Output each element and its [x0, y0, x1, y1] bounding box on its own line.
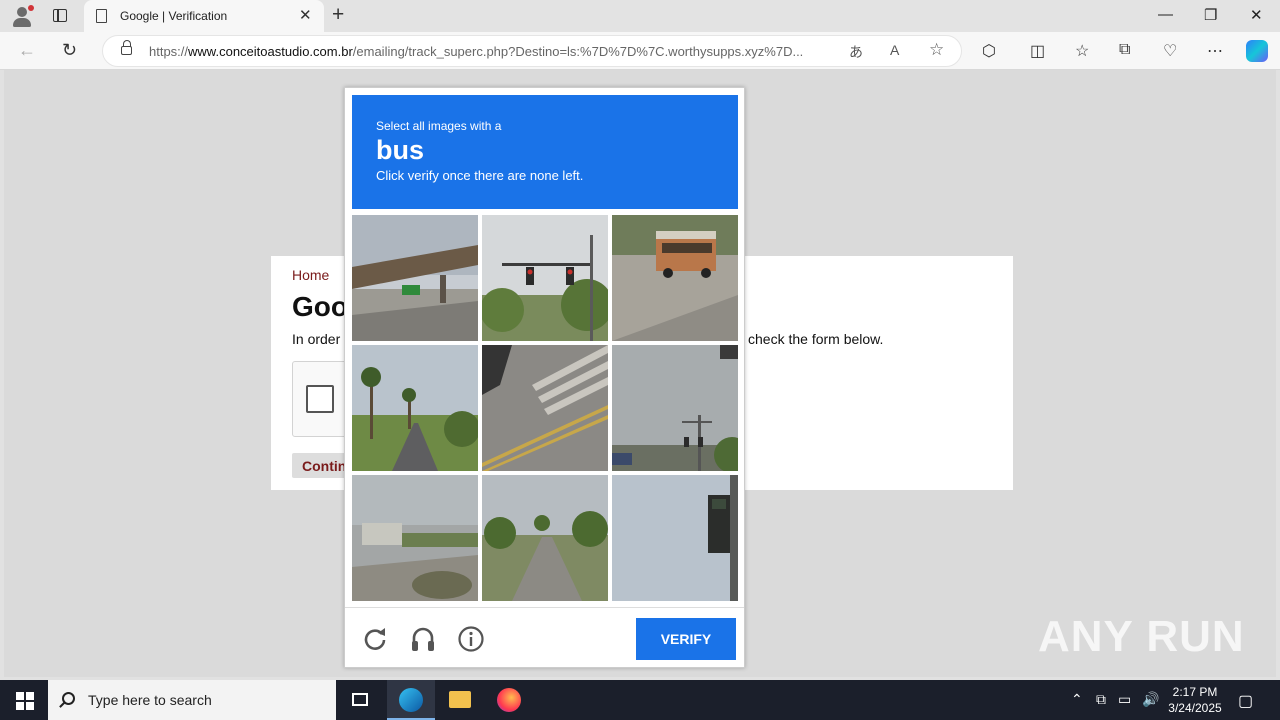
- start-windows-icon[interactable]: [16, 692, 34, 710]
- captcha-tile[interactable]: [482, 215, 608, 341]
- page-icon: [96, 9, 107, 23]
- extensions-icon[interactable]: ⬡: [982, 41, 996, 61]
- intro-text-tail: check the form below.: [748, 331, 884, 347]
- captcha-tile[interactable]: [482, 345, 608, 471]
- captcha-tile[interactable]: [352, 345, 478, 471]
- network-icon[interactable]: ▭: [1118, 691, 1131, 708]
- captcha-challenge: Select all images with a bus Click verif…: [344, 87, 745, 668]
- refresh-challenge-icon[interactable]: [361, 625, 389, 653]
- file-explorer-icon[interactable]: [436, 680, 484, 720]
- captcha-tile[interactable]: [482, 475, 608, 601]
- tab-actions-icon[interactable]: [53, 9, 67, 22]
- continue-button[interactable]: Contin: [292, 453, 352, 478]
- robot-checkbox-widget: [292, 361, 352, 437]
- anyrun-watermark: ANY RUN: [1038, 612, 1245, 661]
- notification-icon[interactable]: ▢: [1238, 691, 1253, 711]
- volume-icon[interactable]: 🔊: [1142, 691, 1159, 708]
- more-menu-icon[interactable]: ⋯: [1207, 41, 1223, 61]
- browser-tab-bar: Google | Verification ✕ + — ❐ ✕: [0, 0, 1280, 32]
- captcha-tile[interactable]: [612, 345, 738, 471]
- tab-title: Google | Verification: [120, 9, 228, 23]
- navigation-bar: ← ↻ https://www.conceitoastudio.com.br/e…: [0, 32, 1280, 70]
- captcha-tile[interactable]: [612, 475, 738, 601]
- breadcrumb[interactable]: Home: [292, 267, 329, 283]
- profile-avatar-icon[interactable]: [10, 5, 34, 27]
- search-icon: [62, 692, 75, 705]
- address-bar[interactable]: https://www.conceitoastudio.com.br/email…: [102, 35, 962, 67]
- collections-icon[interactable]: ⧉: [1119, 41, 1130, 59]
- edge-taskbar-icon[interactable]: [387, 680, 435, 720]
- clock-time: 2:17 PM: [1172, 685, 1218, 699]
- taskbar-clock[interactable]: 2:17 PM 3/24/2025: [1160, 684, 1230, 716]
- refresh-icon[interactable]: ↻: [62, 40, 77, 61]
- tray-overflow-icon[interactable]: ⌃: [1071, 691, 1083, 708]
- browser-tab-active[interactable]: Google | Verification ✕: [84, 0, 324, 32]
- browser-essentials-icon[interactable]: ♡: [1163, 41, 1177, 61]
- lock-icon[interactable]: [121, 40, 132, 55]
- read-aloud-icon[interactable]: A: [890, 42, 899, 58]
- new-tab-icon[interactable]: +: [332, 3, 344, 27]
- firefox-icon[interactable]: [485, 680, 533, 720]
- captcha-tile[interactable]: [352, 215, 478, 341]
- verify-button[interactable]: VERIFY: [636, 618, 736, 660]
- task-view-icon[interactable]: [336, 680, 384, 720]
- captcha-target: bus: [376, 135, 425, 165]
- info-icon[interactable]: [457, 625, 485, 653]
- page-title: Goo: [292, 291, 348, 322]
- favorite-star-icon[interactable]: ☆: [929, 40, 944, 60]
- captcha-image-grid: [352, 215, 738, 601]
- captcha-prompt-small: Select all images with a: [376, 119, 502, 133]
- captcha-instructions: Click verify once there are none left.: [376, 168, 584, 183]
- close-window-icon[interactable]: ✕: [1250, 6, 1263, 24]
- windows-taskbar: Type here to search ⌃ ⧉ ▭ 🔊 2:17 PM 3/24…: [0, 680, 1280, 720]
- audio-challenge-icon[interactable]: [409, 625, 437, 653]
- translate-icon[interactable]: あ: [849, 42, 863, 62]
- back-icon[interactable]: ←: [18, 40, 36, 61]
- favorites-icon[interactable]: ☆: [1075, 41, 1089, 61]
- close-tab-icon[interactable]: ✕: [299, 6, 312, 24]
- clock-date: 3/24/2025: [1168, 701, 1222, 715]
- copilot-icon[interactable]: [1246, 40, 1268, 62]
- intro-text: In order: [292, 331, 341, 347]
- taskbar-search[interactable]: Type here to search: [48, 680, 336, 720]
- url-text[interactable]: https://www.conceitoastudio.com.br/email…: [149, 44, 803, 59]
- tray-app-icon[interactable]: ⧉: [1096, 691, 1106, 708]
- robot-checkbox[interactable]: [306, 385, 334, 413]
- restore-icon[interactable]: ❐: [1204, 6, 1217, 24]
- split-screen-icon[interactable]: ◫: [1030, 41, 1045, 61]
- captcha-tile[interactable]: [612, 215, 738, 341]
- minimize-icon[interactable]: —: [1158, 6, 1173, 23]
- captcha-tile[interactable]: [352, 475, 478, 601]
- captcha-header: Select all images with a bus Click verif…: [352, 95, 738, 209]
- captcha-footer: VERIFY: [345, 607, 744, 667]
- taskbar-search-placeholder: Type here to search: [88, 692, 212, 708]
